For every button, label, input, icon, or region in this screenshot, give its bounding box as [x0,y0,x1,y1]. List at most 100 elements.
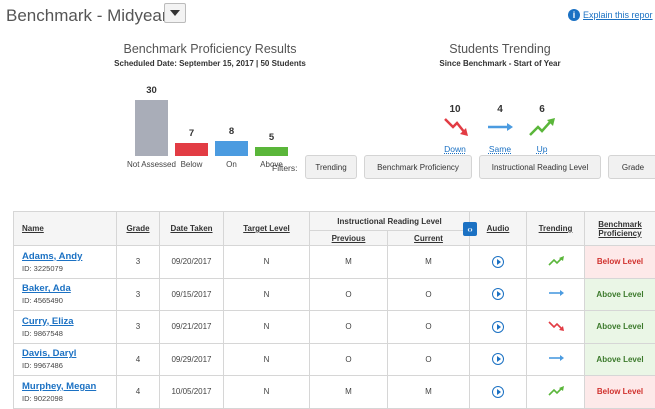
table-row: Baker, AdaID: 4565490309/15/2017NOOAbove… [14,278,655,311]
trend-up-icon [547,385,565,397]
audio-cell [470,246,527,279]
filter-grade-button[interactable]: Grade [608,155,655,179]
trend-same-count: 4 [480,104,520,115]
proficiency-subtitle: Scheduled Date: September 15, 2017 | 50 … [100,59,320,68]
student-name-cell: Adams, Andy ID: 3225079 [14,246,117,279]
table-body: Adams, AndyID: 3225079309/20/2017NMMBelo… [14,246,655,409]
trend-up-label: Up [522,144,562,154]
table-row: Curry, ElizaID: 9867548309/21/2017NOOAbo… [14,311,655,344]
previous-level-cell: M [310,246,388,279]
assessment-dropdown[interactable] [164,3,186,23]
grade-cell: 4 [117,343,160,376]
trend-down-icon [547,320,565,332]
col-target-level[interactable]: Target Level [224,212,310,246]
benchmark-cell: Below Level [585,246,655,279]
date-taken-cell: 09/21/2017 [160,311,224,344]
audio-cell [470,278,527,311]
bar-not-assessed [135,100,168,156]
table-row: Adams, AndyID: 3225079309/20/2017NMMBelo… [14,246,655,279]
student-name-cell: Murphey, Megan ID: 9022098 [14,376,117,409]
grade-cell: 3 [117,311,160,344]
audio-cell [470,343,527,376]
col-previous[interactable]: Previous [310,231,388,246]
students-table: Name Grade Date Taken Target Level Instr… [13,211,655,409]
benchmark-cell: Above Level [585,278,655,311]
trending-cell [527,376,585,409]
audio-cell [470,376,527,409]
col-grade[interactable]: Grade [117,212,160,246]
bar-value-label: 30 [131,85,172,96]
filter-benchmark-button[interactable]: Benchmark Proficiency [364,155,472,179]
play-icon[interactable] [492,386,504,398]
current-level-cell: M [388,376,470,409]
student-id: ID: 3225079 [22,264,116,273]
student-name-link[interactable]: Baker, Ada [22,283,116,294]
trend-same-icon [480,115,520,139]
col-irl-group: Instructional Reading Level [310,212,470,231]
student-id: ID: 9867548 [22,329,116,338]
trend-up-group[interactable]: 6 Up [522,104,562,154]
previous-level-cell: M [310,376,388,409]
target-level-cell: N [224,311,310,344]
bar-below [175,143,208,156]
previous-level-cell: O [310,343,388,376]
date-taken-cell: 10/05/2017 [160,376,224,409]
target-level-cell: N [224,278,310,311]
date-taken-cell: 09/15/2017 [160,278,224,311]
target-level-cell: N [224,246,310,279]
audio-cell [470,311,527,344]
col-benchmark[interactable]: Benchmark Proficiency [585,212,655,246]
bar-value-label: 5 [251,132,292,143]
play-icon[interactable] [492,353,504,365]
trend-down-group[interactable]: 10 Down [435,104,475,154]
play-icon[interactable] [492,321,504,333]
student-id: ID: 9967486 [22,361,116,370]
target-level-cell: N [224,376,310,409]
filter-trending-button[interactable]: Trending [305,155,357,179]
play-icon[interactable] [492,288,504,300]
target-level-cell: N [224,343,310,376]
current-level-cell: O [388,343,470,376]
col-name[interactable]: Name [14,212,117,246]
filters-label: Filters: [272,163,298,173]
chevron-down-icon [170,10,180,16]
student-name-link[interactable]: Adams, Andy [22,251,116,262]
current-level-cell: O [388,311,470,344]
student-id: ID: 4565490 [22,296,116,305]
bar-above [255,147,288,156]
expand-collapse-icon[interactable]: ‹› [463,222,477,236]
student-name-link[interactable]: Curry, Eliza [22,316,116,327]
previous-level-cell: O [310,311,388,344]
trend-same-icon [547,352,565,364]
filter-irl-button[interactable]: Instructional Reading Level [479,155,601,179]
trending-cell [527,246,585,279]
student-name-link[interactable]: Davis, Daryl [22,348,116,359]
bar-value-label: 8 [211,126,252,137]
trending-cell [527,278,585,311]
previous-level-cell: O [310,278,388,311]
col-trending[interactable]: Trending [527,212,585,246]
col-audio[interactable]: Audio [470,212,527,246]
student-id: ID: 9022098 [22,394,116,403]
play-icon[interactable] [492,256,504,268]
trend-same-group[interactable]: 4 Same [480,104,520,154]
trending-subtitle: Since Benchmark - Start of Year [390,59,610,68]
benchmark-cell: Below Level [585,376,655,409]
grade-cell: 3 [117,246,160,279]
bar-on [215,141,248,156]
student-name-link[interactable]: Murphey, Megan [22,381,116,392]
benchmark-cell: Above Level [585,343,655,376]
benchmark-cell: Above Level [585,311,655,344]
date-taken-cell: 09/20/2017 [160,246,224,279]
page-title: Benchmark - Midyear [6,6,168,26]
trend-same-icon [547,287,565,299]
trend-up-icon [547,255,565,267]
col-current[interactable]: Current [388,231,470,246]
trend-up-count: 6 [522,104,562,115]
explain-report-link[interactable]: i Explain this repor [568,9,653,21]
student-name-cell: Curry, Eliza ID: 9867548 [14,311,117,344]
trend-down-count: 10 [435,104,475,115]
table-row: Davis, DarylID: 9967486409/29/2017NOOAbo… [14,343,655,376]
col-date-taken[interactable]: Date Taken [160,212,224,246]
student-name-cell: Baker, Ada ID: 4565490 [14,278,117,311]
